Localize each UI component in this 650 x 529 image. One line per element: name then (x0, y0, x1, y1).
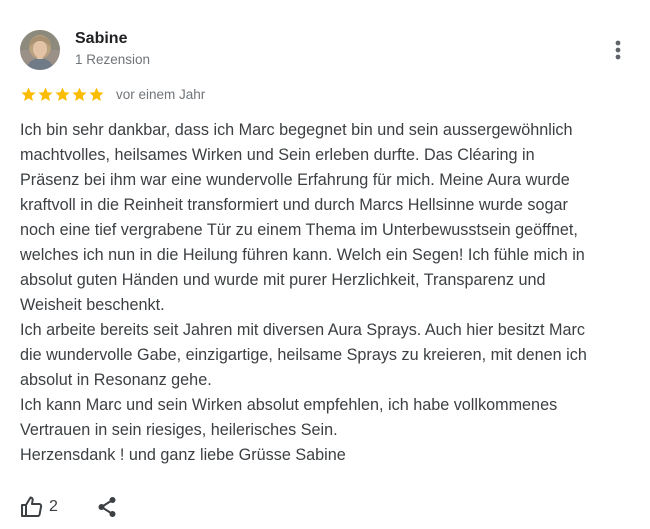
review-text-line: noch eine tief vergrabene Tür zu einem T… (20, 221, 578, 239)
thumbs-up-icon (21, 496, 43, 517)
review-text-line: Ich bin sehr dankbar, dass ich Marc bege… (20, 121, 573, 139)
star-icon (21, 87, 36, 101)
reviewer-name[interactable]: Sabine (75, 30, 127, 48)
review-date: vor einem Jahr (116, 86, 206, 102)
star-icon (72, 87, 87, 101)
more-vert-icon (615, 40, 621, 60)
review-text-line: Weisheit beschenkt. (20, 296, 165, 314)
review-text: Ich bin sehr dankbar, dass ich Marc bege… (20, 118, 640, 468)
rating-row: vor einem Jahr (20, 84, 205, 104)
star-icon (55, 87, 70, 101)
reviewer-review-count: 1 Rezension (75, 52, 151, 67)
avatar[interactable] (20, 30, 60, 70)
review-text-line: die wundervolle Gabe, einzigartige, heil… (20, 346, 587, 364)
star-icon (89, 87, 104, 101)
share-button[interactable] (95, 495, 119, 519)
review-text-line: Präsenz bei ihm war eine wundervolle Erf… (20, 171, 570, 189)
like-button[interactable]: 2 (20, 495, 58, 519)
more-options-button[interactable] (604, 36, 632, 64)
review-actions: 2 (20, 493, 119, 521)
like-count: 2 (49, 498, 58, 515)
review-text-line: Ich arbeite bereits seit Jahren mit dive… (20, 321, 586, 339)
review-text-line: machtvolles, heilsames Wirken und Sein e… (20, 146, 535, 164)
avatar-photo (20, 30, 60, 70)
review-text-line: Ich kann Marc und sein Wirken absolut em… (20, 396, 558, 414)
review-text-line: Herzensdank ! und ganz liebe Grüsse Sabi… (20, 446, 346, 464)
review-text-line: absolut in Resonanz gehe. (20, 371, 212, 389)
review-text-line: kraftvoll in die Reinheit transformiert … (20, 196, 568, 214)
star-rating (20, 86, 105, 103)
review-text-line: welches ich nun in die Heilung führen ka… (20, 246, 585, 264)
review-text-line: absolut guten Händen und wurde mit purer… (20, 271, 546, 289)
share-icon (98, 497, 116, 517)
review-text-line: Vertrauen in sein riesiges, heilerisches… (20, 421, 338, 439)
star-icon (38, 87, 53, 101)
